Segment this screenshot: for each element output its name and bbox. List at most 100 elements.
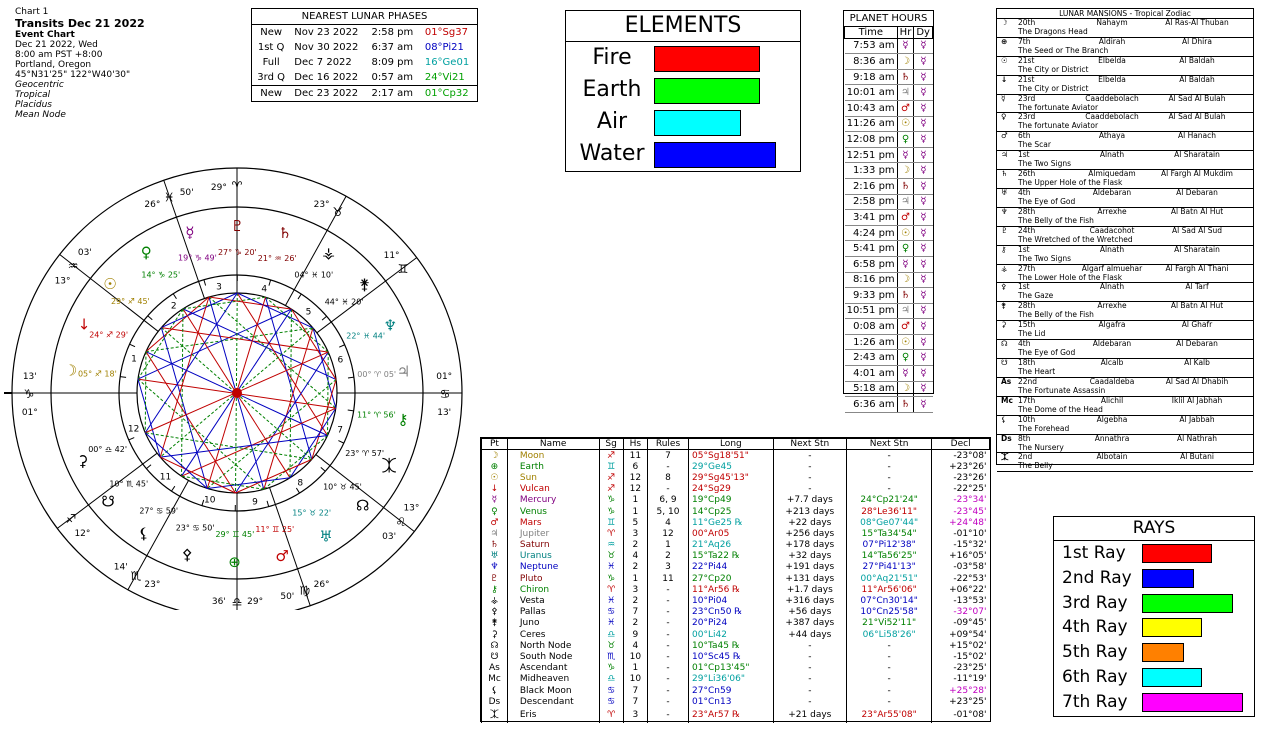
planet-table-row: ⚴ Pallas ♋ 7-23°Cn50 ℞ +56 days 10°Cn25'58" -3… (481, 606, 990, 618)
planet-next-station-pos: - (845, 472, 932, 484)
planet-house: 2 (622, 561, 648, 574)
planet-hour-row: 8:16 pm ☽ ☿ (844, 272, 933, 289)
ray-row: 3rd Ray (1054, 591, 1254, 616)
planet-wheel-position: 10° ♏ 45' (109, 479, 148, 488)
planet-rules: - (646, 629, 689, 641)
lunar-phase-date: Nov 23 2022 (294, 27, 359, 38)
cusp-sign-glyph: ♐ (66, 512, 77, 526)
planet-name: Earth (506, 461, 600, 473)
planet-day-glyph: ☿ (913, 116, 933, 133)
planet-house: 1 (622, 494, 648, 506)
aspect-line (144, 351, 147, 433)
wheel-center (232, 388, 242, 398)
lunar-mansion-description: The Dragons Head (1018, 27, 1088, 36)
planet-hour-time: 12:08 pm (844, 131, 898, 148)
planet-hour-glyph: ☿ (896, 38, 914, 55)
planet-wheel-glyph: ♃ (397, 362, 410, 380)
planet-name: Uranus (506, 550, 600, 562)
planet-wheel-position: 00° ♈ 05' (357, 370, 396, 379)
planet-wheel-glyph: ☊ (356, 496, 369, 514)
planet-hour-glyph: ☽ (896, 381, 914, 398)
planet-house: 7 (622, 606, 648, 618)
lunar-mansion-number: 23rd (1018, 93, 1036, 103)
planet-declination: -01°08' (931, 707, 990, 724)
planet-tick (297, 293, 302, 300)
cusp-degree: 13° (403, 503, 419, 513)
planet-wheel-position: 23° ♋ 50' (176, 524, 215, 533)
lunar-mansion-glyph: ↓ (1001, 74, 1008, 84)
planet-longitude: 29°Sg45'13" (688, 472, 774, 484)
lunar-mansion-arabic: Al Baldah (1179, 55, 1215, 65)
cusp-degree: 01° (436, 372, 452, 382)
lunar-mansion-glyph: ☿ (1001, 93, 1006, 103)
chart-wheel[interactable]: 1♑01°13'2♒13°03'3♓26°50'4♈29°5♉23°6♊11°7… (0, 160, 475, 610)
planet-next-station-pos: 28°Le36'11" (845, 505, 932, 518)
lunar-mansion-arabic: Al Butani (1180, 452, 1214, 462)
chart-place: Portland, Oregon (15, 60, 92, 70)
lunar-mansion-arabic: Iklil Al Jabhah (1171, 395, 1223, 405)
planet-hour-row: 5:41 pm ♀ ☿ (844, 240, 933, 257)
planet-wheel-glyph: ♇ (231, 217, 244, 235)
planet-rules: 7 (646, 449, 689, 462)
house-number: 7 (337, 425, 343, 435)
cusp-degree: 01° (22, 408, 38, 418)
planet-next-station-pos: 07°Cn30'14" (845, 595, 932, 607)
planet-glyph: Mc (481, 673, 508, 685)
lunar-phase-name: 1st Q (257, 42, 285, 53)
planet-day-glyph: ☿ (913, 256, 933, 273)
lunar-mansion-row: ♂ 6th Athaya Al Hanach The Scar (997, 132, 1253, 152)
house-number: 9 (252, 498, 258, 508)
planet-next-station-pos: 06°Li58'26" (845, 629, 932, 641)
cusp-minutes: 13' (437, 408, 451, 418)
lunar-mansion-arabic: Al Ras-Al Thuban (1165, 18, 1229, 27)
planet-sign-glyph: ♋ (598, 606, 624, 618)
planet-house: 11 (622, 449, 648, 462)
planet-rules: - (646, 662, 689, 674)
planet-hour-glyph: ☉ (896, 116, 914, 133)
planet-wheel-glyph: ☽ (64, 362, 77, 380)
planet-longitude: 00°Li42 (688, 629, 774, 641)
planet-tick (338, 344, 345, 348)
lunar-phase-time: 0:57 am (371, 72, 414, 83)
planet-hour-row: 4:24 pm ☉ ☿ (844, 225, 933, 242)
lunar-mansion-description: The Fortunate Assassin (1018, 385, 1106, 395)
lunar-mansion-description: The Dome of the Head (1018, 404, 1103, 414)
planet-sign-glyph: ♑ (598, 505, 624, 518)
planet-next-station-pos: 07°Pi12'38" (845, 539, 932, 551)
lunar-mansion-row: ↓ 21st Elbelda Al Baldah The City or Distric… (997, 74, 1253, 95)
planet-next-station-pos: - (845, 483, 932, 495)
planet-longitude: 22°Pi44 (688, 561, 774, 574)
planet-hour-time: 9:18 am (844, 69, 898, 86)
planet-longitude: 01°Cp13'45" (688, 662, 774, 674)
planet-next-station-pos: - (845, 684, 932, 697)
lunar-mansion-arabic: Al Sad Al Bulah (1168, 112, 1226, 122)
planet-table-header: Decl (931, 438, 990, 450)
lunar-mansion-arabic: Al Nathrah (1177, 433, 1217, 443)
lunar-phase-name: Full (262, 57, 280, 68)
planet-hour-glyph: ♄ (896, 287, 914, 304)
lunar-mansion-arabic: Al Kalb (1184, 358, 1210, 368)
lunar-mansion-description: The City or District (1018, 83, 1089, 93)
planet-next-station-days: - (772, 449, 847, 462)
planet-hour-row: 6:36 am ♄ ☿ (844, 396, 933, 413)
planet-wheel-position: 00° ♎ 42' (88, 445, 127, 454)
planet-table-row: ☋ South Node ♏ 10-10°Sc45 ℞ - - -15°02' (481, 651, 990, 663)
planet-name: South Node (506, 651, 600, 663)
planet-sign-glyph: ♐ (598, 483, 624, 495)
ray-label: 6th Ray (1062, 666, 1128, 687)
planet-table-row: ♄ Saturn ♒ 2 1 21°Aq26 +178 days 07°Pi12'38" -15… (481, 539, 990, 551)
planet-wheel-glyph: ⚵ (359, 276, 370, 294)
planet-hour-glyph: ☽ (896, 162, 914, 179)
lunar-mansion-glyph: ♇ (1001, 225, 1008, 235)
lunar-mansion-arabic: Al Sad Al Dhabih (1165, 376, 1229, 386)
lunar-mansion-description: The Belly of the Fish (1018, 215, 1094, 225)
planet-declination: +16°05' (931, 550, 990, 562)
cusp-minutes: 03' (382, 532, 396, 542)
house-number: 5 (306, 308, 312, 318)
lunar-mansion-description: The Eye of God (1018, 348, 1076, 358)
planet-sign-glyph: ♑ (598, 662, 624, 674)
cusp-minutes: 50' (180, 188, 194, 198)
planet-next-station-days: +178 days (772, 539, 847, 551)
lunar-mansion-arabic: Al Jabbah (1179, 414, 1215, 424)
planet-sign-glyph: ♊ (598, 461, 624, 473)
